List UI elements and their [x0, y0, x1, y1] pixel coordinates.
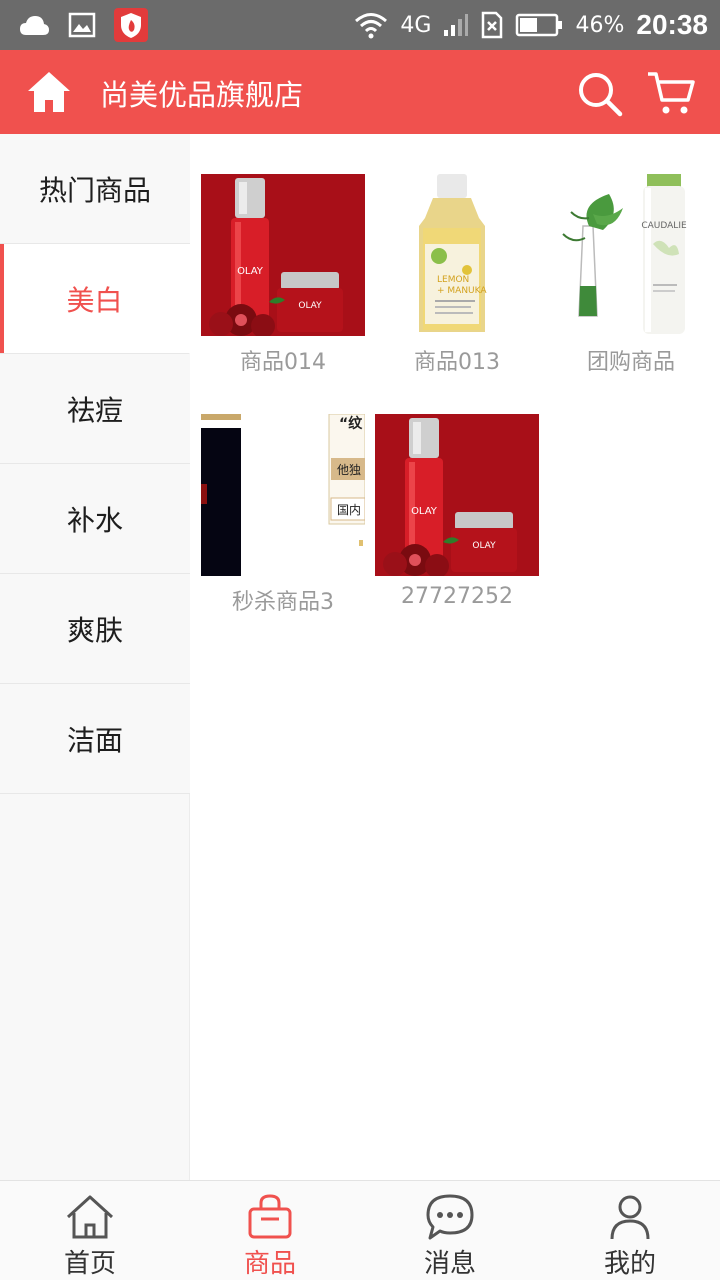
- security-app-icon: [114, 8, 148, 42]
- svg-text:“纹: “纹: [339, 415, 363, 432]
- product-card[interactable]: LEMON + MANUKA 商品013: [375, 174, 539, 376]
- svg-text:+ MANUKA: + MANUKA: [437, 286, 487, 296]
- cloud-icon: [20, 16, 49, 35]
- category-acne[interactable]: 祛痘: [0, 354, 190, 464]
- product-card[interactable]: CAUDALIE 团购商品: [549, 174, 713, 376]
- tab-messages-label: 消息: [423, 1249, 476, 1279]
- app-header: 尚美优品旗舰店: [0, 50, 720, 134]
- product-card[interactable]: “纹 他独 国内 秒杀商品3: [201, 414, 365, 616]
- no-sim-icon: [482, 11, 503, 39]
- product-name: 27727252: [401, 584, 513, 609]
- svg-text:OLAY: OLAY: [237, 266, 264, 277]
- svg-text:他独: 他独: [337, 463, 361, 477]
- cart-icon[interactable]: [646, 70, 696, 116]
- status-bar: 4G 46% 20:38: [0, 0, 720, 50]
- category-hydrating[interactable]: 补水: [0, 464, 190, 574]
- network-type: 4G: [400, 12, 432, 38]
- product-image-caudalie[interactable]: CAUDALIE: [549, 174, 713, 336]
- product-name: 秒杀商品3: [232, 590, 334, 615]
- svg-text:OLAY: OLAY: [298, 301, 322, 311]
- chat-bubble-icon: [426, 1194, 474, 1240]
- svg-text:CAUDALIE: CAUDALIE: [641, 221, 687, 231]
- home-icon[interactable]: [26, 70, 72, 114]
- search-icon[interactable]: [576, 70, 624, 118]
- store-title: 尚美优品旗舰店: [100, 78, 304, 112]
- category-hot[interactable]: 热门商品: [0, 134, 190, 244]
- product-image-olay[interactable]: OLAY OLAY: [201, 174, 365, 336]
- product-image-olay[interactable]: OLAY OLAY: [375, 414, 539, 576]
- category-cleanser[interactable]: 洁面: [0, 684, 190, 794]
- tab-products[interactable]: 商品: [180, 1181, 360, 1280]
- product-image-lemon-manuka[interactable]: LEMON + MANUKA: [375, 174, 539, 336]
- product-card[interactable]: OLAY OLAY 27727252: [375, 414, 539, 609]
- battery-icon: [516, 13, 563, 37]
- product-grid: OLAY OLAY 商品014 LEMON + MANUKA 商品013 CAU…: [191, 134, 720, 1180]
- image-icon: [68, 12, 96, 38]
- svg-text:OLAY: OLAY: [411, 506, 438, 517]
- svg-text:国内: 国内: [337, 503, 361, 517]
- product-name: 商品014: [240, 350, 326, 375]
- product-image-promo[interactable]: “纹 他独 国内: [201, 414, 365, 576]
- shopping-bag-icon: [248, 1194, 292, 1239]
- product-card[interactable]: OLAY OLAY 商品014: [201, 174, 365, 376]
- tab-profile-label: 我的: [603, 1249, 656, 1279]
- tab-home-label: 首页: [63, 1249, 116, 1279]
- product-name: 团购商品: [586, 350, 675, 375]
- home-outline-icon: [66, 1195, 114, 1239]
- wifi-icon: [355, 13, 388, 39]
- svg-text:OLAY: OLAY: [472, 541, 496, 551]
- bottom-nav: 首页 商品 消息 我的: [0, 1180, 720, 1280]
- tab-home[interactable]: 首页: [0, 1181, 180, 1280]
- tab-products-label: 商品: [243, 1249, 296, 1279]
- signal-icon: [444, 14, 469, 36]
- user-icon: [610, 1195, 650, 1240]
- tab-messages[interactable]: 消息: [360, 1181, 540, 1280]
- category-toner[interactable]: 爽肤: [0, 574, 190, 684]
- clock: 20:38: [636, 9, 708, 40]
- tab-profile[interactable]: 我的: [540, 1181, 720, 1280]
- battery-percent: 46%: [575, 12, 625, 38]
- category-sidebar: 热门商品 美白 祛痘 补水 爽肤 洁面: [0, 134, 190, 1180]
- category-whitening[interactable]: 美白: [0, 244, 190, 354]
- product-name: 商品013: [414, 350, 500, 375]
- svg-text:LEMON: LEMON: [437, 275, 469, 285]
